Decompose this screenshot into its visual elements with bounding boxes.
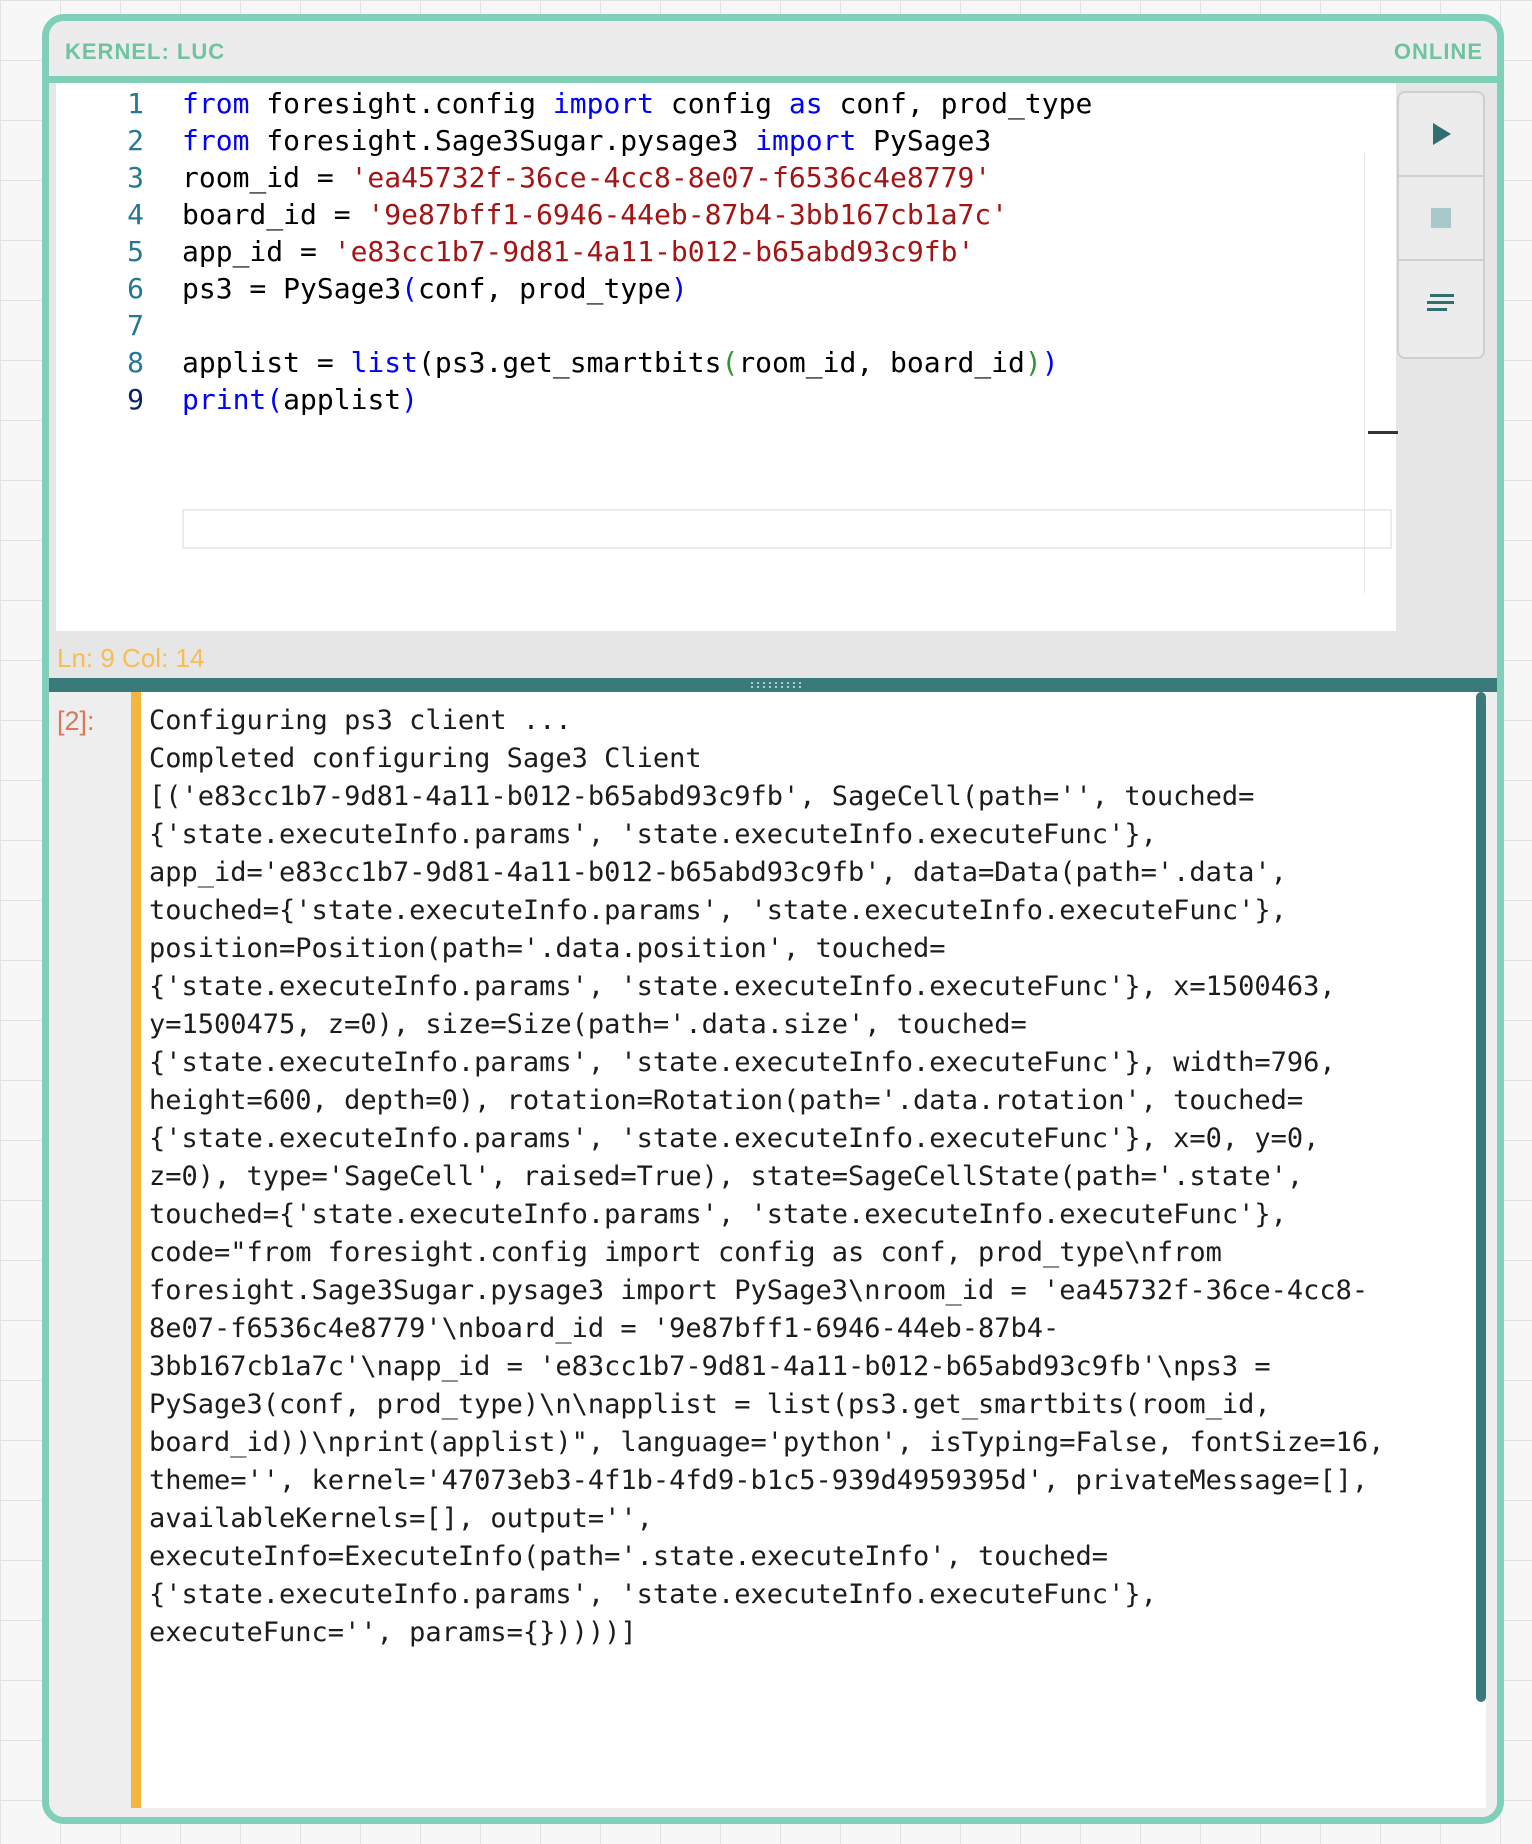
output-scrollbar[interactable] xyxy=(1476,692,1486,1702)
code-text: from foresight.Sage3Sugar.pysage3 import… xyxy=(182,124,992,157)
line-number: 4 xyxy=(127,198,144,231)
code-text: board_id = '9e87bff1-6946-44eb-87b4-3bb1… xyxy=(182,198,1009,231)
editor-overview-ruler[interactable] xyxy=(1364,153,1397,593)
line-number: 9 xyxy=(127,383,144,416)
kernel-status: ONLINE xyxy=(1393,39,1483,64)
current-line-highlight xyxy=(182,509,1392,549)
sage-cell-window: KERNEL: LUC ONLINE 1 from foresight.conf… xyxy=(42,14,1504,1824)
cell-toolbar xyxy=(1397,91,1485,359)
line-number: 3 xyxy=(127,161,144,194)
run-button[interactable] xyxy=(1399,93,1483,177)
resize-divider[interactable] xyxy=(49,678,1497,692)
line-number: 2 xyxy=(127,124,144,157)
cell-header: KERNEL: LUC ONLINE xyxy=(49,21,1497,83)
code-text: print(applist) xyxy=(182,383,419,416)
play-icon xyxy=(1433,123,1451,145)
cursor-position: Ln: 9 Col: 14 xyxy=(57,643,205,673)
stop-button[interactable] xyxy=(1399,177,1483,261)
code-text: ps3 = PySage3(conf, prod_type) xyxy=(182,272,688,305)
line-number: 7 xyxy=(127,309,144,342)
code-editor[interactable]: 1 from foresight.config import config as… xyxy=(56,83,1398,631)
kernel-label[interactable]: KERNEL: LUC xyxy=(65,39,225,65)
line-number: 8 xyxy=(127,346,144,379)
output-text: Configuring ps3 client ... Completed con… xyxy=(149,705,1385,1648)
clear-output-button[interactable] xyxy=(1399,261,1483,345)
code-text: from foresight.config import config as c… xyxy=(182,87,1093,120)
code-text: app_id = 'e83cc1b7-9d81-4a11-b012-b65abd… xyxy=(182,235,975,268)
output-box[interactable]: Configuring ps3 client ... Completed con… xyxy=(131,692,1486,1808)
line-number: 1 xyxy=(127,87,144,120)
execution-count: [2]: xyxy=(57,706,95,736)
output-area: [2]: Configuring ps3 client ... Complete… xyxy=(49,692,1497,1817)
line-number: 6 xyxy=(127,272,144,305)
code-text: room_id = 'ea45732f-36ce-4cc8-8e07-f6536… xyxy=(182,161,992,194)
line-number: 5 xyxy=(127,235,144,268)
drag-handle-icon[interactable] xyxy=(749,681,803,689)
clear-output-icon xyxy=(1427,294,1454,311)
code-line[interactable]: 9 print(applist) xyxy=(56,379,1396,423)
scroll-marker xyxy=(1368,431,1398,434)
code-text: applist = list(ps3.get_smartbits(room_id… xyxy=(182,346,1059,379)
stop-icon xyxy=(1431,208,1451,228)
